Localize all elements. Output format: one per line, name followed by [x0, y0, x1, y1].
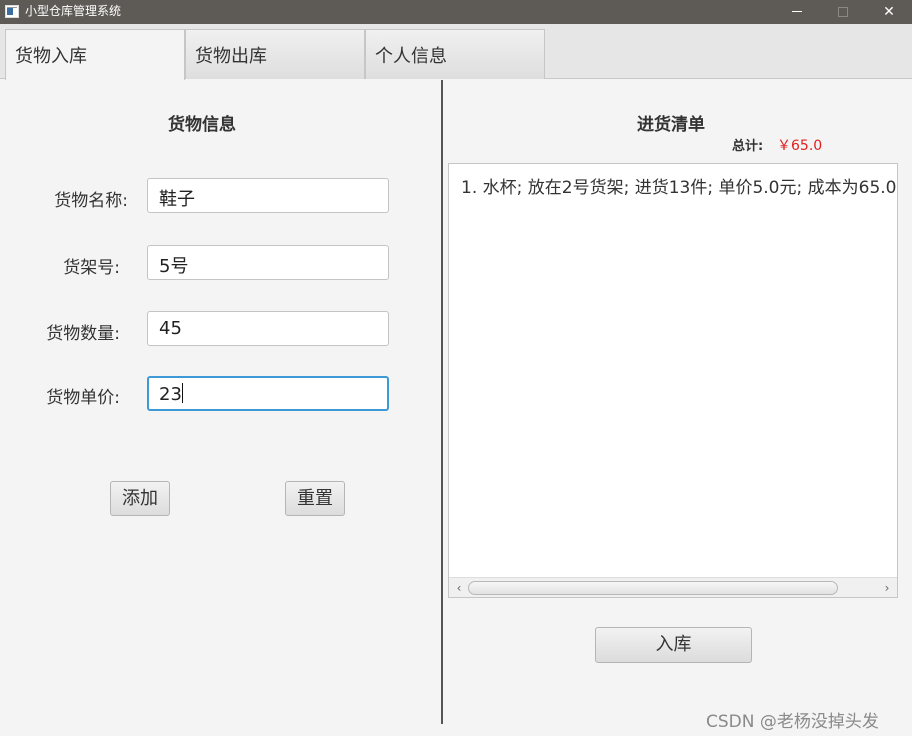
window-titlebar: 小型仓库管理系统 ✕	[0, 0, 912, 24]
add-button[interactable]: 添加	[110, 481, 170, 516]
purchase-list[interactable]: 1. 水杯; 放在2号货架; 进货13件; 单价5.0元; 成本为65.0元	[448, 163, 898, 598]
reset-button[interactable]: 重置	[285, 481, 345, 516]
goods-quantity-input[interactable]: 45	[147, 311, 389, 346]
minimize-icon	[792, 11, 802, 12]
minimize-button[interactable]	[774, 0, 820, 24]
horizontal-scrollbar[interactable]: ‹ ›	[449, 577, 897, 597]
window-title: 小型仓库管理系统	[25, 4, 122, 18]
goods-info-title: 货物信息	[168, 115, 236, 135]
scroll-right-icon[interactable]: ›	[881, 581, 893, 595]
purchase-list-title: 进货清单	[637, 115, 705, 135]
tab-label: 货物出库	[195, 46, 267, 67]
scroll-thumb[interactable]	[468, 581, 838, 595]
maximize-button[interactable]	[820, 0, 866, 24]
goods-quantity-value: 45	[159, 318, 182, 339]
list-item[interactable]: 1. 水杯; 放在2号货架; 进货13件; 单价5.0元; 成本为65.0元	[461, 173, 897, 198]
total-label: 总计:	[732, 139, 764, 154]
tab-outbound[interactable]: 货物出库	[185, 29, 365, 79]
goods-name-value: 鞋子	[159, 189, 195, 210]
goods-name-input[interactable]: 鞋子	[147, 178, 389, 213]
tab-inbound[interactable]: 货物入库	[5, 29, 185, 80]
scroll-left-icon[interactable]: ‹	[453, 581, 465, 595]
stock-in-button[interactable]: 入库	[595, 627, 752, 663]
tab-label: 个人信息	[375, 46, 447, 67]
tab-profile[interactable]: 个人信息	[365, 29, 545, 79]
goods-name-label: 货物名称:	[54, 191, 128, 211]
unit-price-value: 23	[159, 384, 182, 405]
panel-divider	[441, 80, 443, 724]
text-caret	[181, 383, 183, 403]
shelf-number-label: 货架号:	[63, 258, 120, 278]
watermark: CSDN @老杨没掉头发	[706, 712, 879, 732]
close-icon: ✕	[883, 4, 895, 20]
close-button[interactable]: ✕	[866, 0, 912, 24]
tab-label: 货物入库	[15, 46, 87, 67]
shelf-number-value: 5号	[159, 256, 189, 277]
maximize-icon	[838, 7, 848, 17]
app-icon	[5, 5, 19, 18]
shelf-number-input[interactable]: 5号	[147, 245, 389, 280]
goods-quantity-label: 货物数量:	[46, 324, 120, 344]
unit-price-label: 货物单价:	[46, 388, 120, 408]
tab-bar: 货物入库 货物出库 个人信息	[0, 24, 912, 80]
unit-price-input[interactable]: 23	[147, 376, 389, 411]
total-value: ￥65.0	[777, 138, 823, 154]
